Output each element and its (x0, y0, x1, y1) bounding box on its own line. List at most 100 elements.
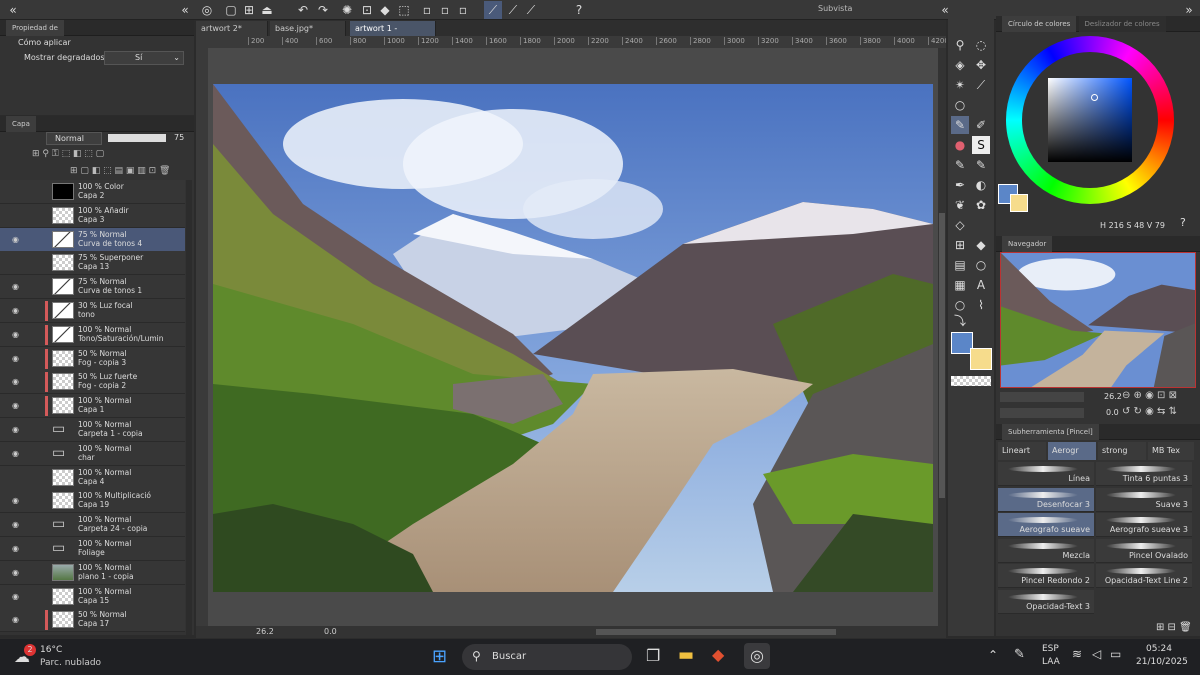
layer-row[interactable]: ◉ 50 % Normal Fog - copia 3 (0, 346, 185, 371)
visibility-eye-icon[interactable]: ◉ (12, 235, 19, 244)
language-code[interactable]: ESP (1042, 644, 1059, 654)
select-icon[interactable]: ▫ (418, 1, 436, 19)
visibility-eye-icon[interactable]: ◉ (12, 615, 19, 624)
pen-tool-icon[interactable]: ✐ (972, 116, 990, 134)
blend-icon[interactable]: ◐ (972, 176, 990, 194)
secondary-color-swatch[interactable] (1010, 194, 1028, 212)
help-icon[interactable]: ? (570, 1, 588, 19)
s-tool-icon[interactable]: S (972, 136, 990, 154)
fill-bucket-icon[interactable]: ◆ (972, 236, 990, 254)
ink-icon[interactable]: ✒ (951, 176, 969, 194)
file-explorer-icon[interactable]: ▬ (678, 645, 694, 665)
canvas-vertical-scrollbar[interactable] (938, 48, 946, 628)
pencil-icon[interactable]: ✎ (951, 156, 969, 174)
eyedropper-icon[interactable]: ⟋ (972, 76, 990, 94)
perspective-icon[interactable]: ⟋ (522, 1, 540, 19)
text-tool-icon[interactable]: A (972, 276, 990, 294)
brush-item[interactable]: Línea (998, 462, 1094, 486)
tab-properties[interactable]: Propiedad de (6, 20, 64, 36)
layer-action-icons[interactable]: ⊞ ▢ ◧ ⬚ ▤ ▣ ▥ ⊡ 🗑 (70, 166, 194, 178)
curve-snap-icon[interactable]: ⟋ (504, 1, 522, 19)
new-file-icon[interactable]: ▢ (222, 1, 240, 19)
help-icon[interactable]: ? (1180, 216, 1186, 229)
tab-strong[interactable]: strong (1098, 442, 1146, 460)
angle-value[interactable]: 0.0 (324, 627, 337, 636)
rotate-controls-icons[interactable]: ↺ ↻ ◉ ⇆ ⇅ (1122, 406, 1177, 417)
tab-artwort-2[interactable]: artwort 2* (196, 21, 268, 36)
sub-color-swatch[interactable] (970, 348, 992, 370)
saturation-value-square[interactable] (1048, 78, 1132, 162)
collapse-left-icon[interactable]: « (4, 1, 22, 19)
layer-row[interactable]: ◉ 50 % Normal Capa 17 (0, 608, 185, 633)
wifi-icon[interactable]: ≋ (1072, 647, 1082, 661)
tab-artwort-1-render[interactable]: artwort 1 - render* (350, 21, 436, 48)
layer-row[interactable]: ◉ 100 % Normal plano 1 - copia (0, 560, 185, 585)
layer-row[interactable]: ◉ 100 % Multiplicació Capa 19 (0, 489, 185, 514)
visibility-eye-icon[interactable]: ◉ (12, 306, 19, 315)
paint-icon[interactable]: ● (951, 136, 969, 154)
brush-item[interactable]: Opacidad-Text 3 (998, 589, 1094, 614)
visibility-eye-icon[interactable]: ◉ (12, 354, 19, 363)
grid-icon[interactable]: ⊞ (951, 236, 969, 254)
deselect-icon[interactable]: ▫ (454, 1, 472, 19)
zoom-slider[interactable] (1000, 392, 1084, 402)
keyboard-layout[interactable]: LAA (1042, 657, 1060, 667)
loading-icon[interactable]: ✺ (338, 1, 356, 19)
visibility-eye-icon[interactable]: ◉ (12, 330, 19, 339)
layer-lock-icons[interactable]: ⊞ ⚲ ⚿ ⬚ ◧ ⬚ ▢ (32, 149, 182, 161)
decoration-icon[interactable]: ❦ (951, 196, 969, 214)
tab-lineart[interactable]: Lineart (998, 442, 1046, 460)
transform-icon[interactable]: ⬚ (395, 1, 413, 19)
brush-item[interactable]: Pincel Redondo 2 (998, 564, 1094, 588)
hue-ring[interactable] (1006, 36, 1174, 204)
canvas-horizontal-scrollbar[interactable] (596, 629, 836, 635)
brush-item[interactable]: Desenfocar 3 (998, 487, 1094, 512)
brush-item[interactable]: Tinta 6 puntas 3 (1096, 462, 1192, 486)
layer-scrollbar[interactable] (186, 180, 192, 635)
visibility-eye-icon[interactable]: ◉ (12, 568, 19, 577)
layer-move-icon[interactable]: ◈ (951, 56, 969, 74)
brush-item[interactable]: Aerografo sueave (998, 513, 1094, 537)
move-tool-icon[interactable]: ✥ (972, 56, 990, 74)
visibility-eye-icon[interactable]: ◉ (12, 377, 19, 386)
tab-navigator[interactable]: Navegador (1002, 236, 1053, 252)
chevron-up-icon[interactable]: ⌃ (988, 648, 998, 662)
eraser-icon[interactable]: ◇ (951, 216, 969, 234)
rotate-slider[interactable] (1000, 408, 1084, 418)
layer-row[interactable]: ◉ ▭ 100 % Normal Carpeta 1 - copia (0, 418, 185, 442)
layer-row[interactable]: ◉ 75 % Normal Curva de tonos 4 (0, 227, 185, 252)
undo-icon[interactable]: ↶ (294, 1, 312, 19)
lasso-select-icon[interactable]: ○ (951, 96, 969, 114)
layer-row[interactable]: ◉ 30 % Luz focal tono (0, 299, 185, 323)
brush-tool-icon[interactable]: ✎ (951, 116, 969, 134)
layer-row[interactable]: ◉ 100 % Normal Capa 15 (0, 584, 185, 609)
tab-base-jpg[interactable]: base.jpg* (270, 21, 346, 36)
gradient-select[interactable]: Sí ⌄ (104, 51, 184, 65)
visibility-eye-icon[interactable]: ◉ (12, 592, 19, 601)
shape-icon[interactable]: ○ (972, 256, 990, 274)
zoom-value[interactable]: 26.2 (256, 627, 274, 636)
visibility-eye-icon[interactable]: ◉ (12, 520, 19, 529)
frame-icon[interactable]: ▦ (951, 276, 969, 294)
redo-icon[interactable]: ↷ (314, 1, 332, 19)
search-box[interactable]: ⚲ Buscar (462, 644, 632, 670)
layer-row[interactable]: ◉ ▭ 100 % Normal Carpeta 24 - copia (0, 513, 185, 538)
layer-row[interactable]: 100 % Normal Capa 4 (0, 465, 185, 490)
layer-row[interactable]: ◉ 100 % Normal Capa 1 (0, 394, 185, 419)
visibility-eye-icon[interactable]: ◉ (12, 401, 19, 410)
tab-subtool[interactable]: Subherramienta [Pincel] (1002, 424, 1099, 440)
lasso-tool-icon[interactable]: ◌ (972, 36, 990, 54)
gradient-icon[interactable]: ▤ (951, 256, 969, 274)
brush-item[interactable]: Suave 3 (1096, 487, 1192, 512)
tab-mb-tex[interactable]: MB Tex (1148, 442, 1194, 460)
brush-item[interactable]: Pincel Ovalado (1096, 538, 1192, 563)
ruler-snap-icon[interactable]: ⟋ (484, 1, 502, 19)
brush-actions-icons[interactable]: ⊞ ⊟ 🗑 (1156, 622, 1192, 633)
weather-desc[interactable]: Parc. nublado (40, 658, 101, 668)
visibility-eye-icon[interactable]: ◉ (12, 425, 19, 434)
volume-icon[interactable]: ◁ (1092, 647, 1101, 661)
brave-browser-icon[interactable]: ◆ (712, 645, 724, 664)
artwork-canvas[interactable] (213, 84, 933, 592)
tab-color-slider[interactable]: Deslizador de colores (1078, 16, 1166, 32)
tab-aerografo[interactable]: Aerogr (1048, 442, 1096, 460)
